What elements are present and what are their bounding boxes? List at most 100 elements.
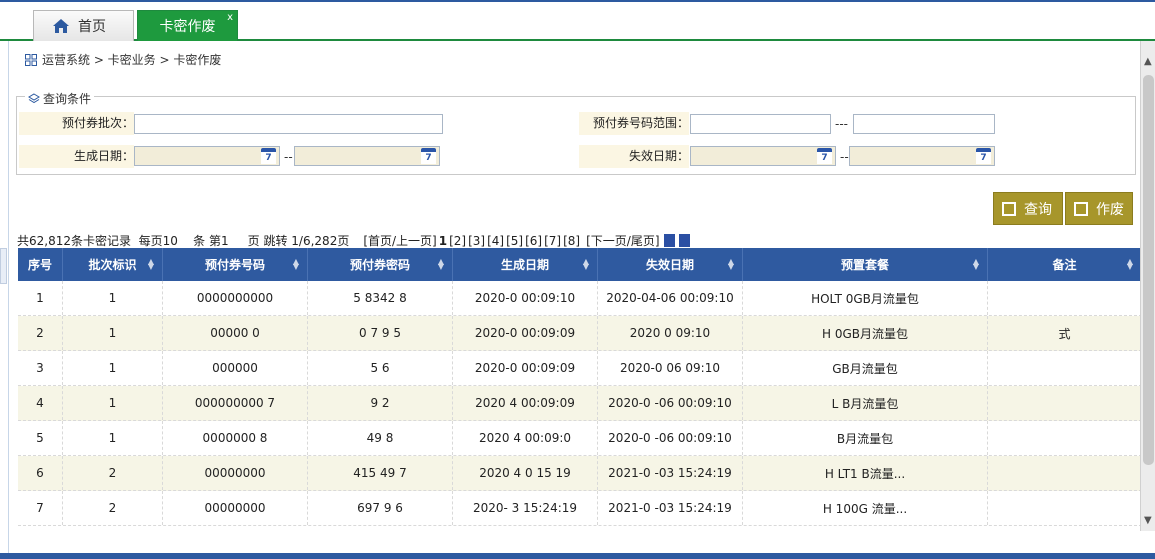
col-header[interactable]: 预付券号码 ▲ ▼ bbox=[163, 248, 308, 281]
table-cell bbox=[988, 421, 1142, 455]
col-header[interactable]: 序号 bbox=[18, 248, 63, 281]
tab-card-void-label: 卡密作废 bbox=[159, 19, 216, 35]
table-row[interactable]: 4 1 000000000 79 2 2020 4 00:09:09 2020-0 -0… bbox=[18, 386, 1142, 421]
void-button-label: 作废 bbox=[1096, 201, 1124, 218]
tab-bar: 首页 卡密作废 x bbox=[0, 0, 1155, 41]
table-cell: 6 bbox=[18, 456, 63, 490]
range-label: 预付券号码范围： bbox=[592, 116, 689, 130]
table-cell: 7 bbox=[18, 491, 63, 525]
table-row[interactable]: 2 1 00000 00 7 9 5 2020-0 00:09:09 2020 0 09… bbox=[18, 316, 1142, 351]
table-cell: 1 bbox=[63, 386, 163, 420]
table-cell bbox=[988, 456, 1142, 490]
export-icon[interactable] bbox=[678, 234, 690, 247]
expire-label: 失效日期： bbox=[628, 149, 689, 163]
home-icon bbox=[53, 19, 69, 33]
table-cell: 00000000 bbox=[163, 456, 308, 490]
void-button[interactable]: 作废 bbox=[1065, 192, 1133, 225]
table-cell: 0 7 9 5 bbox=[308, 316, 453, 350]
query-legend: 查询条件 bbox=[25, 90, 95, 107]
tab-card-void[interactable]: 卡密作废 x bbox=[137, 10, 238, 41]
card-table: 序号 批次标识 ▲ ▼ 预付券号码 ▲ ▼ 预付券密码 ▲ ▼ 生成日期 ▲ ▼ 失效日期 ▲ ▼ … bbox=[18, 248, 1142, 526]
batch-input[interactable] bbox=[134, 114, 443, 134]
table-cell: 000000 bbox=[163, 351, 308, 385]
close-icon[interactable]: x bbox=[227, 12, 233, 23]
table-cell: 2020-0 00:09:09 bbox=[453, 316, 598, 350]
query-button-label: 查询 bbox=[1024, 201, 1052, 218]
table-cell: 00000000 bbox=[163, 491, 308, 525]
table-row[interactable]: 1 1 0000000000 5 8342 8 2020-0 00:09:10 2020-… bbox=[18, 281, 1142, 316]
page-link[interactable]: [2] bbox=[449, 234, 466, 248]
col-header[interactable]: 失效日期 ▲ ▼ bbox=[598, 248, 743, 281]
calendar-icon[interactable] bbox=[421, 148, 436, 164]
vertical-scrollbar[interactable]: ▲ ▼ bbox=[1140, 41, 1155, 531]
table-row[interactable]: 7 2 00000000 697 9 6 2020- 3 15:24:19 2021-0 … bbox=[18, 491, 1142, 526]
expire-end-date[interactable] bbox=[849, 146, 995, 166]
edit-icon bbox=[1074, 201, 1088, 216]
table-row[interactable]: 5 1 0000000 8 49 8 2020 4 00:09:0 2020-0 -06 … bbox=[18, 421, 1142, 456]
breadcrumb: 运营系统 > 卡密业务 > 卡密作废 bbox=[25, 51, 221, 68]
pager-next-last[interactable]: [下一页/尾页] bbox=[586, 232, 659, 249]
page-link[interactable]: [7] bbox=[544, 234, 561, 248]
pager: 共62,812条卡密记录 每页10 条 第1 页 跳转 1/6,282页 [首页… bbox=[17, 232, 690, 249]
sort-icon: ▲ ▼ bbox=[147, 257, 154, 271]
range-start-input[interactable] bbox=[690, 114, 831, 134]
scroll-down-icon[interactable]: ▼ bbox=[1144, 515, 1152, 526]
sort-icon: ▲ ▼ bbox=[437, 257, 444, 271]
table-cell: 5 bbox=[18, 421, 63, 455]
calendar-icon[interactable] bbox=[817, 148, 832, 164]
layers-icon bbox=[28, 92, 40, 103]
sort-icon: ▲ ▼ bbox=[1126, 257, 1133, 271]
pager-first-prev[interactable]: [首页/上一页] bbox=[363, 232, 436, 249]
page-link[interactable]: [5] bbox=[506, 234, 523, 248]
sidebar-collapse-handle[interactable] bbox=[0, 248, 7, 284]
range-end-input[interactable] bbox=[853, 114, 995, 134]
query-button[interactable]: 查询 bbox=[993, 192, 1063, 225]
table-cell: HOLT 0GB月流量包 bbox=[743, 281, 988, 315]
col-header[interactable]: 批次标识 ▲ ▼ bbox=[63, 248, 163, 281]
table-cell: 式 bbox=[988, 316, 1142, 350]
page-link[interactable]: [6] bbox=[525, 234, 542, 248]
created-start-date[interactable] bbox=[134, 146, 280, 166]
created-date-separator: -- bbox=[284, 150, 293, 164]
table-cell: 2020 4 00:09:0 bbox=[453, 421, 598, 455]
page-link[interactable]: [8] bbox=[563, 234, 580, 248]
col-header[interactable]: 预付券密码 ▲ ▼ bbox=[308, 248, 453, 281]
breadcrumb-text: 运营系统 > 卡密业务 > 卡密作废 bbox=[42, 53, 222, 67]
table-cell: 000000000 7 bbox=[163, 386, 308, 420]
scroll-up-icon[interactable]: ▲ bbox=[1144, 56, 1152, 67]
tab-home[interactable]: 首页 bbox=[33, 10, 134, 41]
page-link[interactable]: 1 bbox=[439, 234, 447, 248]
grid-icon bbox=[25, 53, 37, 66]
table-cell bbox=[988, 281, 1142, 315]
table-cell: H LT1 B流量... bbox=[743, 456, 988, 490]
table-cell: 3 bbox=[18, 351, 63, 385]
table-cell: 2020 0 09:10 bbox=[598, 316, 743, 350]
table-cell: 2020 4 0 15 19 bbox=[453, 456, 598, 490]
table-cell: 5 8342 8 bbox=[308, 281, 453, 315]
query-legend-label: 查询条件 bbox=[43, 92, 92, 106]
created-end-date[interactable] bbox=[294, 146, 440, 166]
col-header[interactable]: 备注 ▲ ▼ bbox=[988, 248, 1142, 281]
table-cell: 2021-0 -03 15:24:19 bbox=[598, 456, 743, 490]
scroll-thumb[interactable] bbox=[1143, 75, 1154, 465]
table-cell: 4 bbox=[18, 386, 63, 420]
table-cell: 49 8 bbox=[308, 421, 453, 455]
batch-label: 预付券批次： bbox=[61, 116, 134, 130]
page-link[interactable]: [4] bbox=[487, 234, 504, 248]
table-cell: 2 bbox=[63, 456, 163, 490]
excel-export-icon[interactable] bbox=[663, 234, 675, 247]
created-label: 生成日期： bbox=[73, 149, 134, 163]
page-link[interactable]: [3] bbox=[468, 234, 485, 248]
col-header[interactable]: 预置套餐 ▲ ▼ bbox=[743, 248, 988, 281]
pager-summary: 共62,812条卡密记录 每页10 条 第1 页 跳转 1/6,282页 bbox=[17, 234, 350, 248]
expire-start-date[interactable] bbox=[690, 146, 836, 166]
table-header: 序号 批次标识 ▲ ▼ 预付券号码 ▲ ▼ 预付券密码 ▲ ▼ 生成日期 ▲ ▼ 失效日期 ▲ ▼ … bbox=[18, 248, 1142, 281]
table-cell: 0000000 8 bbox=[163, 421, 308, 455]
table-cell bbox=[988, 386, 1142, 420]
table-cell: 1 bbox=[63, 316, 163, 350]
calendar-icon[interactable] bbox=[261, 148, 276, 164]
table-row[interactable]: 3 1 000000 5 6 2020-0 00:09:09 2020-0 06 09:1… bbox=[18, 351, 1142, 386]
calendar-icon[interactable] bbox=[976, 148, 991, 164]
table-row[interactable]: 6 2 00000000 415 49 7 2020 4 0 15 19 2021-0 -… bbox=[18, 456, 1142, 491]
col-header[interactable]: 生成日期 ▲ ▼ bbox=[453, 248, 598, 281]
